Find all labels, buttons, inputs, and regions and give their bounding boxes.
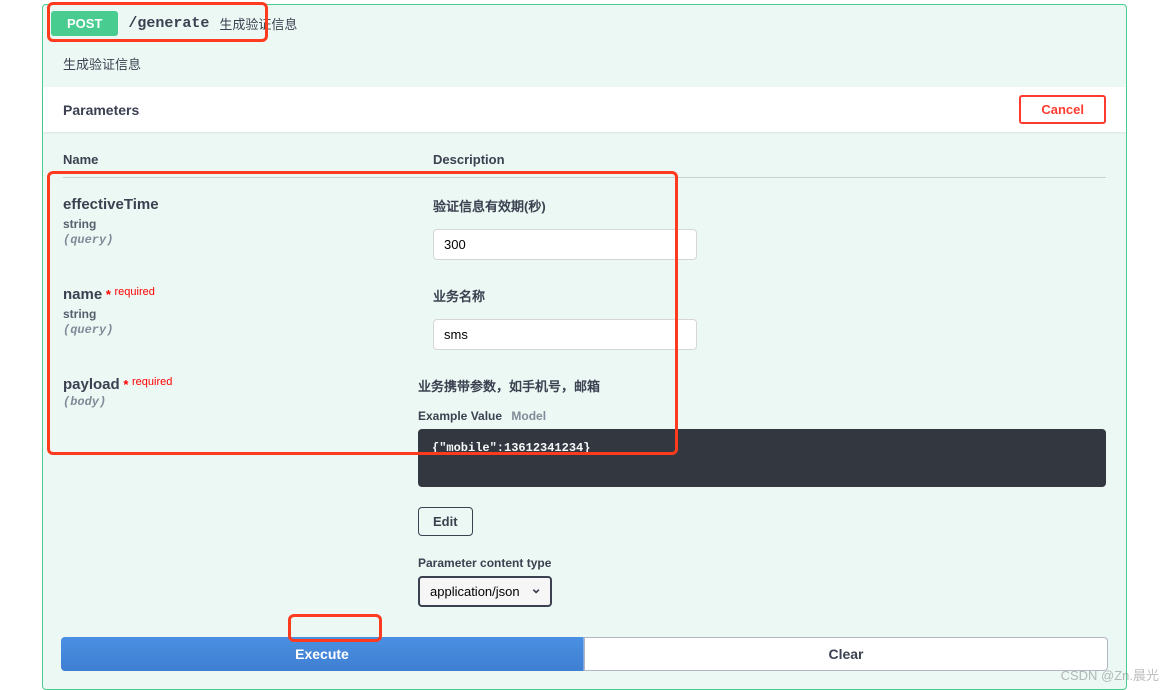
required-label: required [132,376,172,388]
tab-model[interactable]: Model [511,409,546,423]
param-type: string [63,307,433,321]
column-header-description: Description [433,152,1106,167]
param-input-effectivetime[interactable] [433,229,697,260]
param-in: (query) [63,233,433,247]
required-star-icon: * [123,377,128,392]
param-input-name[interactable] [433,319,697,350]
edit-button[interactable]: Edit [418,507,473,536]
cancel-button[interactable]: Cancel [1019,95,1106,124]
required-label: required [115,286,155,298]
body-example-box[interactable]: {"mobile":13612341234} [418,429,1106,487]
endpoint-description: 生成验证信息 [43,42,1126,87]
action-button-row: Execute Clear [43,637,1126,689]
body-tabs: Example Value Model [418,409,1106,423]
parameters-heading: Parameters [63,102,139,118]
param-in: (query) [63,323,433,337]
param-description: 业务携带参数，如手机号，邮箱 [418,376,1106,395]
operation-panel: POST /generate 生成验证信息 生成验证信息 Parameters … [42,4,1127,690]
param-in: (body) [63,395,418,409]
param-name: effectiveTime [63,196,433,213]
tab-example-value[interactable]: Example Value [418,409,502,423]
parameters-bar: Parameters Cancel [43,87,1126,132]
param-name: name [63,286,102,303]
endpoint-path: /generate [128,15,209,32]
param-row-payload: payload * required (body) 业务携带参数，如手机号，邮箱… [63,376,1106,607]
param-name: payload [63,376,120,393]
endpoint-summary: 生成验证信息 [219,14,297,33]
parameters-table: Name Description effectiveTime string (q… [43,132,1126,637]
param-row-name: name * required string (query) 业务名称 [63,286,1106,350]
param-row-effectivetime: effectiveTime string (query) 验证信息有效期(秒) [63,196,1106,260]
column-header-name: Name [63,152,433,167]
watermark-text: CSDN @Zn.晨光 [1061,665,1159,684]
content-type-select-wrap: application/json [418,576,552,607]
param-description: 业务名称 [433,286,1106,305]
table-header-row: Name Description [63,152,1106,178]
content-type-label: Parameter content type [418,556,1106,570]
param-description: 验证信息有效期(秒) [433,196,1106,215]
execute-button[interactable]: Execute [61,637,584,671]
required-star-icon: * [106,287,111,302]
http-method-badge: POST [51,11,118,36]
content-type-select[interactable]: application/json [418,576,552,607]
param-type: string [63,217,433,231]
clear-button[interactable]: Clear [584,637,1108,671]
operation-header[interactable]: POST /generate 生成验证信息 [43,5,1126,42]
